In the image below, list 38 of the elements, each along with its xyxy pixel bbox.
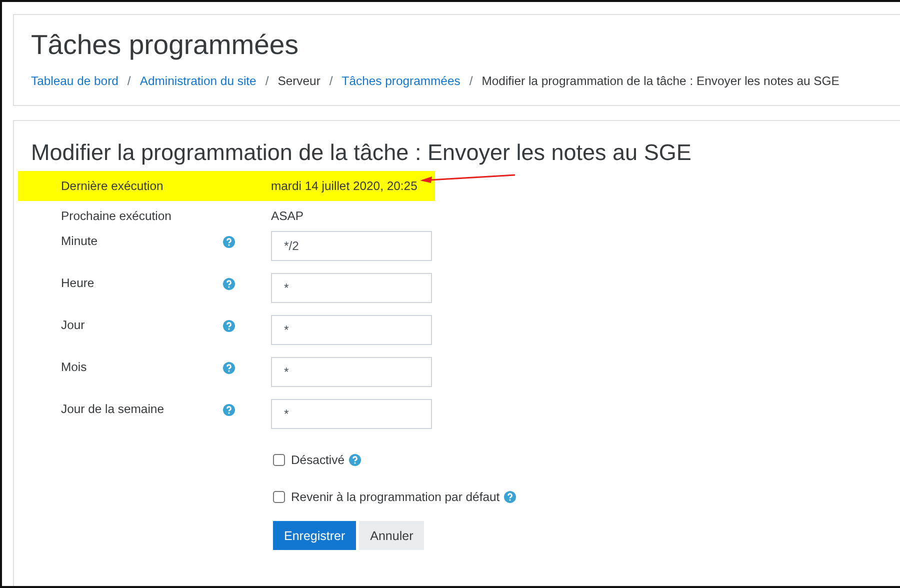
text-field[interactable]: * (271, 315, 432, 345)
text-field[interactable]: */2 (271, 231, 432, 261)
field-label: Minute (61, 233, 99, 248)
page-title: Tâches programmées (31, 29, 298, 61)
help-icon[interactable] (223, 320, 235, 332)
breadcrumb-link[interactable]: Tâches programmées (342, 74, 460, 88)
checkbox[interactable] (273, 454, 285, 466)
breadcrumb-separator: / (329, 74, 333, 88)
text-field[interactable]: * (271, 399, 432, 429)
text-field[interactable]: * (271, 273, 432, 303)
field-label: Dernière exécution (61, 179, 164, 193)
help-icon[interactable] (223, 362, 235, 374)
breadcrumb-separator: / (127, 74, 131, 88)
help-icon[interactable] (223, 404, 235, 416)
checkbox[interactable] (273, 490, 285, 502)
breadcrumb-separator: / (265, 74, 269, 88)
field-label: Prochaine exécution (61, 209, 172, 223)
help-icon[interactable] (223, 278, 235, 290)
field-label: Mois (61, 359, 88, 374)
cancel-button[interactable]: Annuler (359, 521, 424, 550)
breadcrumb-link[interactable]: Tableau de bord (31, 74, 118, 88)
help-icon[interactable] (504, 490, 516, 502)
text-field[interactable]: * (271, 357, 432, 387)
field-label: Jour de la semaine (61, 401, 165, 416)
breadcrumb-link[interactable]: Administration du site (140, 74, 256, 88)
field-label: Jour (61, 317, 86, 332)
checkbox-label: Désactivé (291, 452, 345, 466)
breadcrumb-separator: / (469, 74, 473, 88)
form-title: Modifier la programmation de la tâche : Envoyer les notes au SGE (31, 140, 692, 166)
save-button[interactable]: Enregistrer (273, 521, 356, 550)
help-icon[interactable] (223, 236, 235, 248)
breadcrumb-item: Serveur (278, 74, 320, 88)
field-value: ASAP (271, 209, 304, 223)
field-label: Heure (61, 275, 96, 290)
checkbox-label: Revenir à la programmation par défaut (291, 490, 500, 504)
field-value: mardi 14 juillet 2020, 20:25 (271, 179, 418, 193)
help-icon[interactable] (348, 454, 361, 466)
breadcrumb-item: Modifier la programmation de la tâche : Envoyer les notes au SGE (482, 74, 840, 88)
